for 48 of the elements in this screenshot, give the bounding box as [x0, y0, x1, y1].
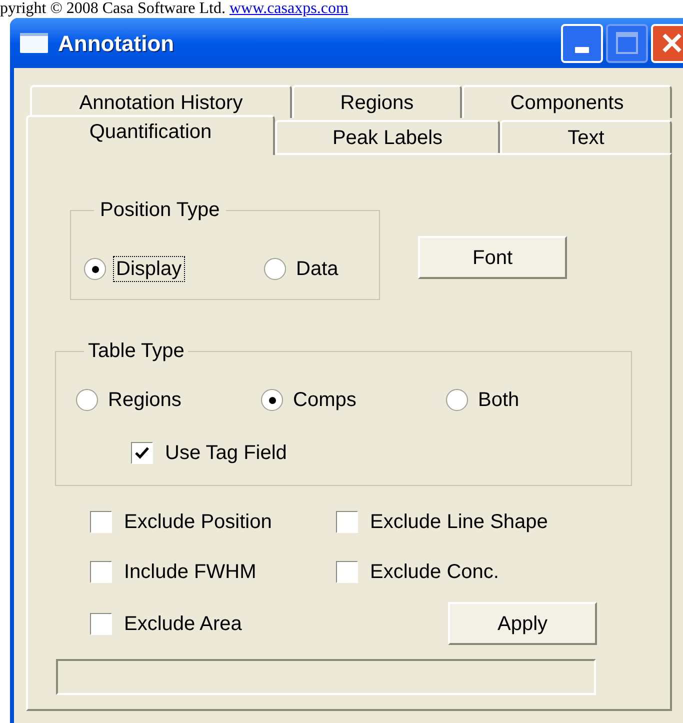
- tab[interactable]: Annotation History: [30, 85, 292, 118]
- radio-button[interactable]: [264, 258, 286, 280]
- radio-option[interactable]: Comps: [261, 388, 446, 412]
- push-button[interactable]: Font: [418, 236, 567, 279]
- window-icon: [20, 33, 48, 53]
- minimize-button[interactable]: [561, 24, 603, 62]
- check-icon: [135, 446, 149, 460]
- checkbox-label: Include FWHM: [124, 560, 256, 584]
- radio-label: Data: [295, 257, 340, 281]
- checkbox[interactable]: [90, 511, 112, 533]
- tab[interactable]: Quantification: [26, 115, 275, 155]
- checkbox-label: Use Tag Field: [165, 441, 287, 465]
- radio-button[interactable]: [76, 389, 98, 411]
- maximize-button[interactable]: [606, 24, 648, 62]
- checkbox-label: Exclude Area: [124, 612, 242, 636]
- radio-option[interactable]: Both: [446, 388, 631, 412]
- tab[interactable]: Components: [462, 85, 672, 118]
- tab[interactable]: Text: [500, 120, 672, 153]
- group-title: Table Type: [87, 339, 186, 364]
- checkbox-label: Exclude Conc.: [370, 560, 499, 584]
- checkbox-label: Exclude Line Shape: [370, 510, 548, 534]
- checkbox[interactable]: [90, 561, 112, 583]
- maximize-icon: [616, 32, 638, 54]
- radio-option[interactable]: Regions: [76, 388, 261, 412]
- radio-button[interactable]: [84, 258, 106, 280]
- minimize-icon: [575, 46, 589, 52]
- radio-button[interactable]: [261, 389, 283, 411]
- close-icon: [661, 32, 683, 54]
- window-title: Annotation: [58, 30, 174, 58]
- radio-button[interactable]: [446, 389, 468, 411]
- checkbox[interactable]: [90, 612, 112, 634]
- radio-label: Both: [477, 388, 520, 412]
- checkbox[interactable]: [336, 511, 358, 533]
- checkbox-label: Exclude Position: [124, 510, 272, 534]
- group-title: Position Type: [99, 198, 221, 223]
- tab[interactable]: Peak Labels: [275, 120, 500, 153]
- radio-label: Display: [114, 257, 184, 281]
- radio-option[interactable]: Data: [264, 239, 340, 299]
- close-button[interactable]: [651, 24, 683, 62]
- radio-label: Comps: [292, 388, 358, 412]
- radio-label: Regions: [107, 388, 182, 412]
- radio-option[interactable]: Display: [84, 239, 264, 299]
- copyright-text: pyright © 2008 Casa Software Ltd.: [0, 0, 226, 17]
- checkbox[interactable]: [131, 442, 153, 464]
- checkbox[interactable]: [336, 561, 358, 583]
- push-button[interactable]: Apply: [448, 602, 597, 645]
- website-link[interactable]: www.casaxps.com: [229, 0, 348, 17]
- tab[interactable]: Regions: [292, 85, 462, 118]
